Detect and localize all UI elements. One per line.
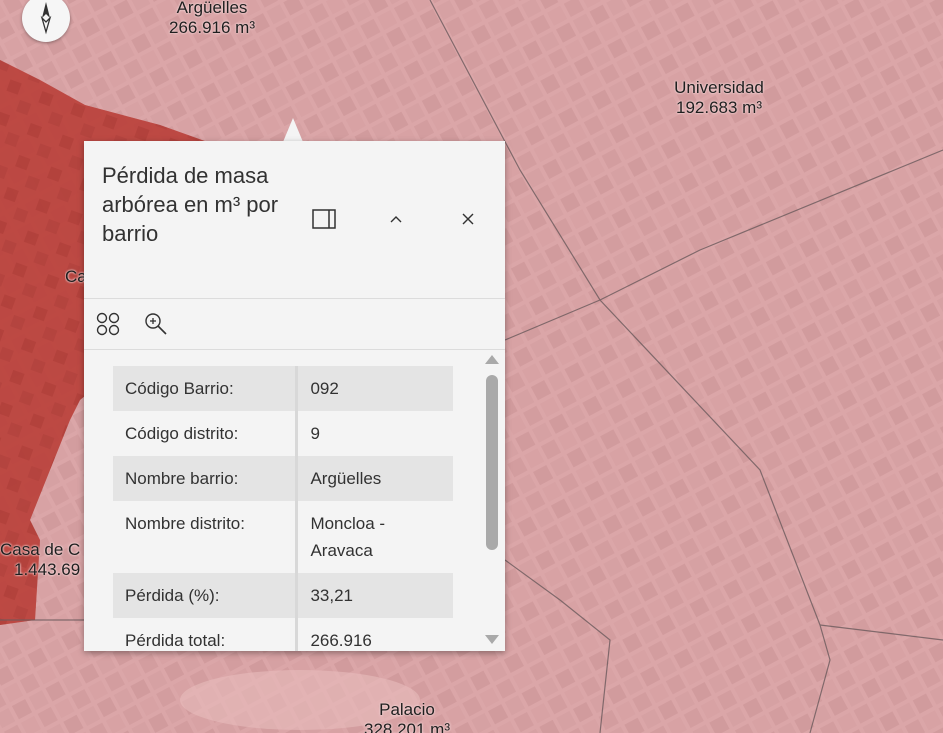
four-circles-icon	[96, 312, 120, 336]
scroll-down-arrow-icon[interactable]	[485, 635, 499, 644]
attribute-label: Código Barrio:	[113, 366, 299, 411]
attribute-value: 9	[296, 411, 453, 456]
map-label-arguelles: Argüelles 266.916 m³	[150, 0, 274, 38]
compass-icon	[40, 2, 52, 35]
map-label-universidad: Universidad 192.683 m³	[655, 78, 783, 118]
dock-button[interactable]	[306, 201, 342, 237]
table-row: Nombre distrito: Moncloa - Aravaca	[113, 501, 453, 573]
table-row: Código Barrio: 092	[113, 366, 453, 411]
attribute-value: 092	[296, 366, 453, 411]
map-label-name: Palacio	[379, 700, 435, 719]
close-button[interactable]	[450, 201, 486, 237]
map-label-palacio: Palacio 328.201 m³	[345, 700, 469, 733]
feature-popup: Pérdida de masa arbórea en m³ por barrio	[84, 141, 505, 651]
table-row: Nombre barrio: Argüelles	[113, 456, 453, 501]
zoom-in-icon	[145, 313, 167, 335]
attribute-value: Argüelles	[296, 456, 453, 501]
dock-icon	[312, 209, 336, 229]
zoom-to-button[interactable]	[139, 307, 173, 341]
popup-title: Pérdida de masa arbórea en m³ por barrio	[102, 163, 279, 246]
map-label-value: 192.683 m³	[676, 98, 762, 117]
attribute-value: 33,21	[296, 573, 453, 618]
table-row: Código distrito: 9	[113, 411, 453, 456]
attribute-label: Nombre barrio:	[113, 456, 299, 501]
map-label-value: 328.201 m³	[364, 720, 450, 733]
popup-pointer	[283, 118, 303, 142]
collapse-button[interactable]	[378, 201, 414, 237]
attribute-table: Código Barrio: 092 Código distrito: 9 No…	[113, 366, 453, 651]
table-row: Pérdida (%): 33,21	[113, 573, 453, 618]
attribute-value: Moncloa - Aravaca	[296, 501, 453, 573]
popup-header: Pérdida de masa arbórea en m³ por barrio	[84, 141, 505, 298]
scrollbar-thumb[interactable]	[486, 375, 498, 550]
map-label-value: 1.443.69	[14, 560, 81, 579]
attribute-label: Pérdida total:	[113, 618, 299, 651]
attribute-label: Pérdida (%):	[113, 573, 299, 618]
map-label-casa-de-campo: Casa de C 1.443.69	[0, 540, 84, 580]
map-label-name: Casa de C	[0, 540, 81, 559]
map-label-value: 266.916 m³	[169, 18, 255, 37]
popup-toolbar	[84, 298, 505, 350]
chevron-up-icon	[390, 216, 402, 223]
scrollbar[interactable]	[483, 349, 499, 651]
map-label-partial: Ca	[65, 267, 85, 287]
close-icon	[462, 213, 474, 225]
map-label-name: Universidad	[674, 78, 764, 97]
attribute-value: 266.916	[296, 618, 453, 651]
features-button[interactable]	[91, 307, 125, 341]
map-label-name: Argüelles	[176, 0, 248, 17]
popup-content[interactable]: Código Barrio: 092 Código distrito: 9 No…	[84, 349, 505, 651]
map-label-name: Ca	[65, 267, 85, 286]
table-row: Pérdida total: 266.916	[113, 618, 453, 651]
attribute-label: Código distrito:	[113, 411, 299, 456]
compass-button[interactable]	[22, 0, 70, 42]
attribute-label: Nombre distrito:	[113, 501, 299, 573]
scroll-up-arrow-icon[interactable]	[485, 355, 499, 364]
